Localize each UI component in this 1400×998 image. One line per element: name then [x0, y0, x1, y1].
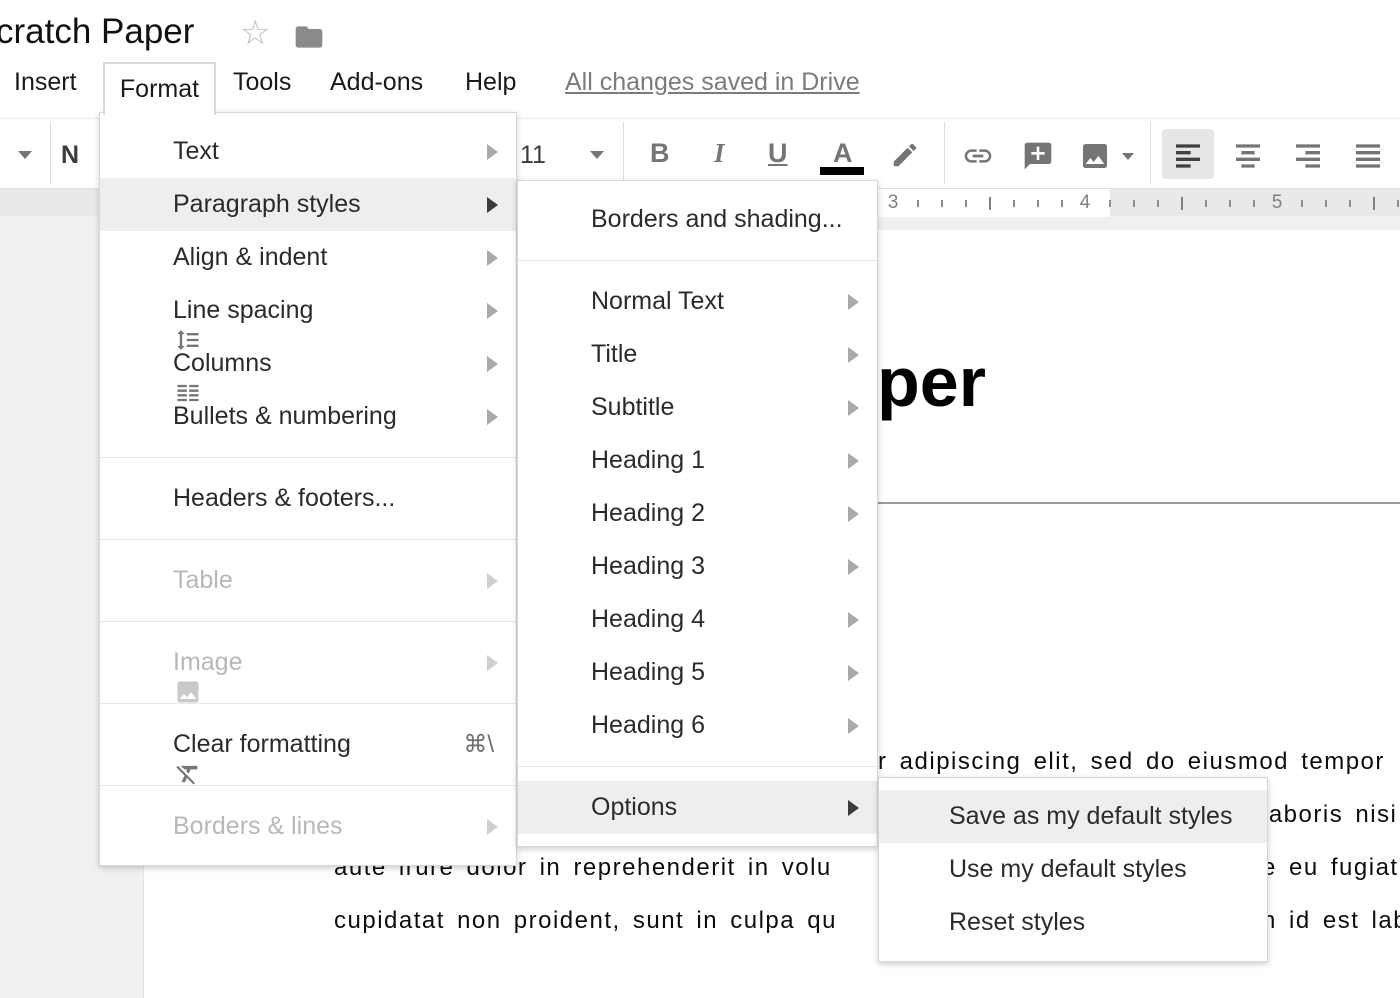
menu-item-borders-lines: Borders & lines [100, 800, 516, 853]
submenu-arrow-icon [487, 250, 498, 266]
menu-separator [518, 260, 877, 261]
save-status-link[interactable]: All changes saved in Drive [565, 68, 860, 97]
insert-image-icon[interactable] [1079, 140, 1111, 177]
menu-separator [518, 766, 877, 767]
menu-separator [100, 539, 516, 540]
menu-item-normal-text[interactable]: Normal Text [518, 275, 877, 328]
submenu-arrow-icon [848, 294, 859, 310]
body-text-line[interactable]: n id est laborum. [1262, 906, 1400, 936]
google-docs-window: per r adipiscing elit, sed do eiusmod te… [0, 0, 1400, 998]
options-submenu: Save as my default styles Use my default… [878, 777, 1268, 962]
menu-item-heading-1[interactable]: Heading 1 [518, 434, 877, 487]
document-title-text[interactable]: per [877, 346, 986, 418]
menu-item-use-default-styles[interactable]: Use my default styles [879, 843, 1267, 896]
menu-item-line-spacing[interactable]: Line spacing [100, 284, 516, 337]
align-center-icon[interactable] [1232, 139, 1264, 176]
document-name[interactable]: cratch Paper [0, 12, 194, 52]
submenu-arrow-icon [487, 197, 498, 213]
body-text-line[interactable]: laboris nisi ut aliquip [1262, 800, 1400, 830]
submenu-arrow-icon [848, 400, 859, 416]
submenu-arrow-icon [487, 303, 498, 319]
text-color-swatch [820, 167, 864, 175]
submenu-arrow-icon [848, 453, 859, 469]
columns-icon [118, 350, 146, 378]
menu-format[interactable]: Format [103, 62, 216, 115]
menu-item-clear-formatting[interactable]: Clear formatting ⌘\ [100, 718, 516, 771]
paragraph-style-selector[interactable]: N [61, 141, 79, 170]
submenu-arrow-icon [487, 819, 498, 835]
menu-addons[interactable]: Add-ons [330, 68, 423, 97]
toolbar-separator [1150, 122, 1151, 184]
font-size-value[interactable]: 11 [520, 141, 546, 170]
toolbar-separator [50, 122, 51, 184]
menu-item-subtitle[interactable]: Subtitle [518, 381, 877, 434]
menu-item-paragraph-styles[interactable]: Paragraph styles [100, 178, 516, 231]
menu-item-reset-styles[interactable]: Reset styles [879, 896, 1267, 949]
body-text-line[interactable]: r adipiscing elit, sed do eiusmod tempor [878, 747, 1385, 777]
menu-item-table: Table [100, 554, 516, 607]
submenu-arrow-icon [487, 356, 498, 372]
toolbar-separator [944, 122, 945, 184]
font-size-dropdown-icon[interactable] [590, 151, 604, 159]
menu-item-headers-footers[interactable]: Headers & footers... [100, 472, 516, 525]
folder-icon[interactable] [293, 21, 325, 58]
paragraph-styles-submenu: Borders and shading... Normal Text Title… [517, 180, 878, 847]
text-color-button[interactable]: A [833, 138, 853, 169]
submenu-arrow-icon [848, 559, 859, 575]
menu-item-borders-shading[interactable]: Borders and shading... [518, 193, 877, 246]
submenu-arrow-icon [487, 144, 498, 160]
menu-item-title[interactable]: Title [518, 328, 877, 381]
menu-help[interactable]: Help [465, 68, 516, 97]
submenu-arrow-icon [487, 655, 498, 671]
menu-item-image: Image [100, 636, 516, 689]
menu-tools[interactable]: Tools [233, 68, 291, 97]
menu-item-bullets-numbering[interactable]: Bullets & numbering [100, 390, 516, 443]
menu-item-heading-2[interactable]: Heading 2 [518, 487, 877, 540]
ruler-number: 3 [888, 192, 899, 214]
more-options-arrow-icon[interactable] [18, 151, 32, 159]
menu-item-heading-5[interactable]: Heading 5 [518, 646, 877, 699]
ruler-number: 4 [1080, 192, 1091, 214]
highlighter-pen-icon[interactable] [890, 140, 920, 175]
body-text-line[interactable]: cupidatat non proident, sunt in culpa qu [334, 906, 837, 936]
align-left-icon[interactable] [1172, 139, 1204, 176]
italic-button[interactable]: I [714, 138, 725, 169]
body-text-line[interactable]: e eu fugiat nulla [1262, 853, 1400, 883]
insert-image-dropdown-icon[interactable] [1122, 153, 1134, 160]
align-right-icon[interactable] [1292, 139, 1324, 176]
ruler-number: 5 [1272, 192, 1283, 214]
menu-item-heading-6[interactable]: Heading 6 [518, 699, 877, 752]
menu-item-options[interactable]: Options [518, 781, 877, 834]
submenu-arrow-icon [848, 800, 859, 816]
submenu-arrow-icon [848, 347, 859, 363]
submenu-arrow-icon [848, 506, 859, 522]
star-icon[interactable]: ☆ [240, 16, 270, 50]
menu-item-save-default-styles[interactable]: Save as my default styles [879, 790, 1267, 843]
bold-button[interactable]: B [650, 138, 670, 169]
menu-item-align-indent[interactable]: Align & indent [100, 231, 516, 284]
toolbar-separator [623, 122, 624, 184]
submenu-arrow-icon [848, 612, 859, 628]
submenu-arrow-icon [848, 718, 859, 734]
menu-item-heading-3[interactable]: Heading 3 [518, 540, 877, 593]
keyboard-shortcut: ⌘\ [463, 730, 494, 759]
format-menu: Text Paragraph styles Align & indent Lin… [99, 112, 517, 866]
menu-separator [100, 457, 516, 458]
submenu-arrow-icon [848, 665, 859, 681]
image-icon [118, 649, 146, 677]
insert-link-icon[interactable] [962, 140, 994, 177]
clear-formatting-icon [118, 731, 146, 759]
insert-comment-icon[interactable] [1022, 140, 1054, 177]
submenu-arrow-icon [487, 409, 498, 425]
menu-insert[interactable]: Insert [14, 68, 77, 97]
menu-item-heading-4[interactable]: Heading 4 [518, 593, 877, 646]
justify-icon[interactable] [1352, 139, 1384, 176]
menu-item-columns[interactable]: Columns [100, 337, 516, 390]
underline-button[interactable]: U [768, 138, 788, 169]
submenu-arrow-icon [487, 573, 498, 589]
menu-item-text[interactable]: Text [100, 125, 516, 178]
menu-separator [100, 621, 516, 622]
line-spacing-icon [118, 297, 146, 325]
